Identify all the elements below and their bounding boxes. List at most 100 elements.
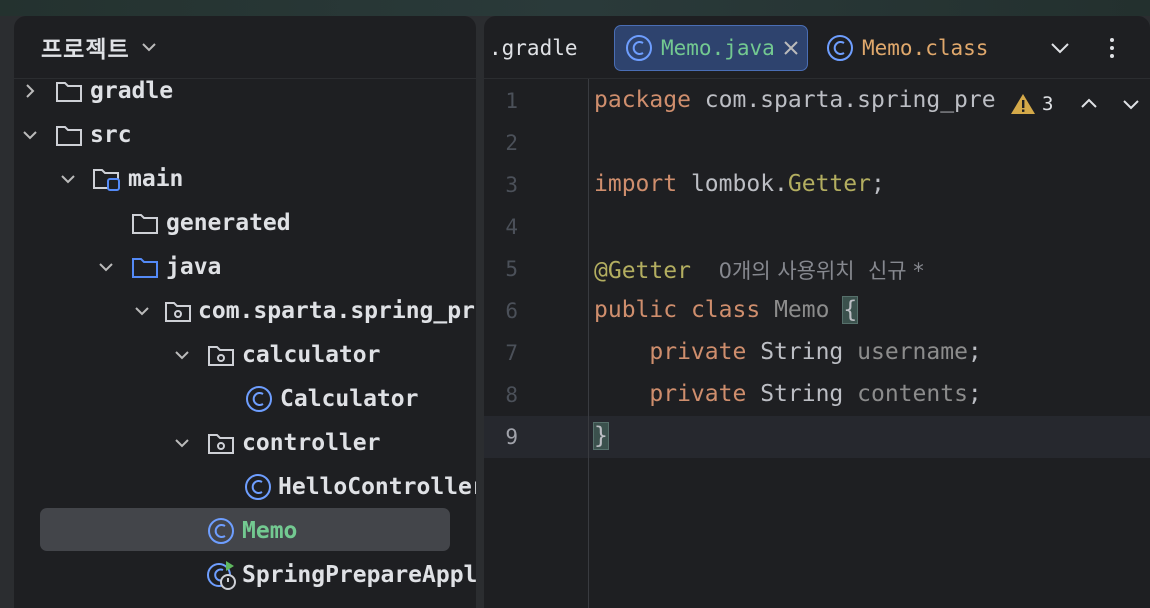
code-text: @Getter 0개의 사용위치 신규 * <box>594 255 924 285</box>
semicolon: ; <box>967 381 982 407</box>
project-panel: 프로젝트 gradle src main generated java com.… <box>14 16 476 608</box>
source-folder-icon <box>92 164 122 194</box>
semicolon: ; <box>967 339 982 365</box>
inspection-widget[interactable]: 3 <box>1010 92 1141 116</box>
package-icon <box>164 296 192 326</box>
chevron-down-icon[interactable] <box>172 345 192 365</box>
chevron-right-icon[interactable] <box>20 81 40 101</box>
more-vertical-icon[interactable] <box>1100 36 1124 60</box>
chevron-up-icon[interactable] <box>1079 94 1099 114</box>
line-number: 8 <box>505 383 518 407</box>
keyword: private <box>649 381 747 407</box>
tree-item-label: java <box>166 254 222 280</box>
warning-count: 3 <box>1042 93 1054 115</box>
tab-gradle[interactable]: .gradle <box>489 36 578 60</box>
annotation: @Getter <box>594 258 691 284</box>
line-number: 3 <box>505 173 518 197</box>
tree-item-label: main <box>128 166 184 192</box>
code-line[interactable]: 3 import lombok.Getter; <box>484 164 1150 206</box>
close-icon[interactable] <box>783 40 799 56</box>
tree-item-main[interactable]: main <box>14 157 476 201</box>
tree-item-label: HelloController <box>278 474 476 500</box>
tab-memo-class[interactable]: Memo.class <box>824 25 1004 71</box>
package-name: com.sparta.spring_pre <box>704 87 996 113</box>
code-line[interactable]: 2 <box>484 122 1150 164</box>
code-text: package com.sparta.spring_pre <box>594 87 996 113</box>
class-icon <box>244 384 274 414</box>
source-root-folder-icon <box>130 252 160 282</box>
tree-item-generated[interactable]: generated <box>14 201 476 245</box>
tool-window-strip <box>0 16 14 608</box>
code-text: import lombok.Getter; <box>594 171 885 197</box>
tab-memo-java[interactable]: Memo.java <box>614 25 808 71</box>
open-brace: { <box>842 296 859 324</box>
tree-item-spring-application-class[interactable]: SpringPrepareAppli <box>14 553 476 597</box>
keyword: private <box>649 339 747 365</box>
class-icon <box>626 35 652 61</box>
tree-item-calculator-class[interactable]: Calculator <box>14 377 476 421</box>
tree-item-label: Memo <box>242 518 298 544</box>
chevron-down-icon[interactable] <box>134 301 150 321</box>
line-number: 2 <box>505 131 518 155</box>
chevron-down-icon[interactable] <box>1121 94 1141 114</box>
line-number: 5 <box>505 257 518 281</box>
class-icon <box>244 472 272 502</box>
divider <box>484 78 1150 79</box>
chevron-down-icon[interactable] <box>96 257 116 277</box>
line-number: 9 <box>505 425 518 449</box>
code-text: public class Memo { <box>594 296 859 324</box>
chevron-down-icon[interactable] <box>58 169 78 189</box>
tab-label: Memo.class <box>862 36 989 60</box>
keyword: public <box>594 297 678 323</box>
chevron-down-icon[interactable] <box>1048 36 1072 60</box>
code-line[interactable]: 8 private String contents; <box>484 374 1150 416</box>
code-line[interactable]: 5 @Getter 0개의 사용위치 신규 * <box>484 248 1150 290</box>
tree-item-controller-package[interactable]: controller <box>14 421 476 465</box>
tree-item-label: src <box>90 122 132 148</box>
spring-boot-class-icon <box>206 560 236 590</box>
project-panel-title[interactable]: 프로젝트 <box>41 30 130 64</box>
line-number: 4 <box>505 215 518 239</box>
tree-item-label: com.sparta.spring_pre <box>198 298 476 324</box>
import-path: lombok. <box>690 171 788 197</box>
type-name: String <box>760 339 844 365</box>
code-text: private String username; <box>594 339 982 365</box>
line-number: 6 <box>505 299 518 323</box>
tree-item-src[interactable]: src <box>14 113 476 157</box>
tree-item-label: controller <box>242 430 381 456</box>
usages-inlay-hint[interactable]: 0개의 사용위치 신규 * <box>719 259 924 283</box>
tree-item-gradle[interactable]: gradle <box>14 69 476 113</box>
tree-item-java[interactable]: java <box>14 245 476 289</box>
import-class: Getter <box>787 171 871 197</box>
tree-item-label: Calculator <box>280 386 419 412</box>
class-name: Memo <box>774 297 830 323</box>
chevron-down-icon[interactable] <box>20 125 40 145</box>
tab-label: Memo.java <box>661 36 775 60</box>
tree-item-calculator-package[interactable]: calculator <box>14 333 476 377</box>
tree-item-label: gradle <box>90 78 174 104</box>
tree-item-package-root[interactable]: com.sparta.spring_pre <box>14 289 476 333</box>
code-text: private String contents; <box>594 381 982 407</box>
keyword: import <box>594 171 678 197</box>
class-icon <box>827 35 853 61</box>
folder-icon <box>54 120 84 150</box>
semicolon: ; <box>870 171 885 197</box>
chevron-down-icon[interactable] <box>140 38 158 56</box>
tree-item-label: generated <box>166 210 291 236</box>
code-line[interactable]: 4 <box>484 206 1150 248</box>
package-icon <box>206 340 236 370</box>
tree-item-label: calculator <box>242 342 381 368</box>
folder-icon <box>54 76 84 106</box>
line-number: 1 <box>505 89 518 113</box>
chevron-down-icon[interactable] <box>172 433 192 453</box>
tree-item-hellocontroller-class[interactable]: HelloController <box>14 465 476 509</box>
line-number: 7 <box>505 341 518 365</box>
code-line[interactable]: 7 private String username; <box>484 332 1150 374</box>
code-line[interactable]: 9 } <box>484 416 1150 458</box>
editor-tabs: .gradle Memo.java Memo.class <box>484 16 1150 78</box>
field-name: username <box>857 339 968 365</box>
code-line[interactable]: 6 public class Memo { <box>484 290 1150 332</box>
tree-item-memo-class[interactable]: Memo <box>14 509 476 553</box>
warning-icon[interactable] <box>1010 92 1036 116</box>
package-icon <box>206 428 236 458</box>
